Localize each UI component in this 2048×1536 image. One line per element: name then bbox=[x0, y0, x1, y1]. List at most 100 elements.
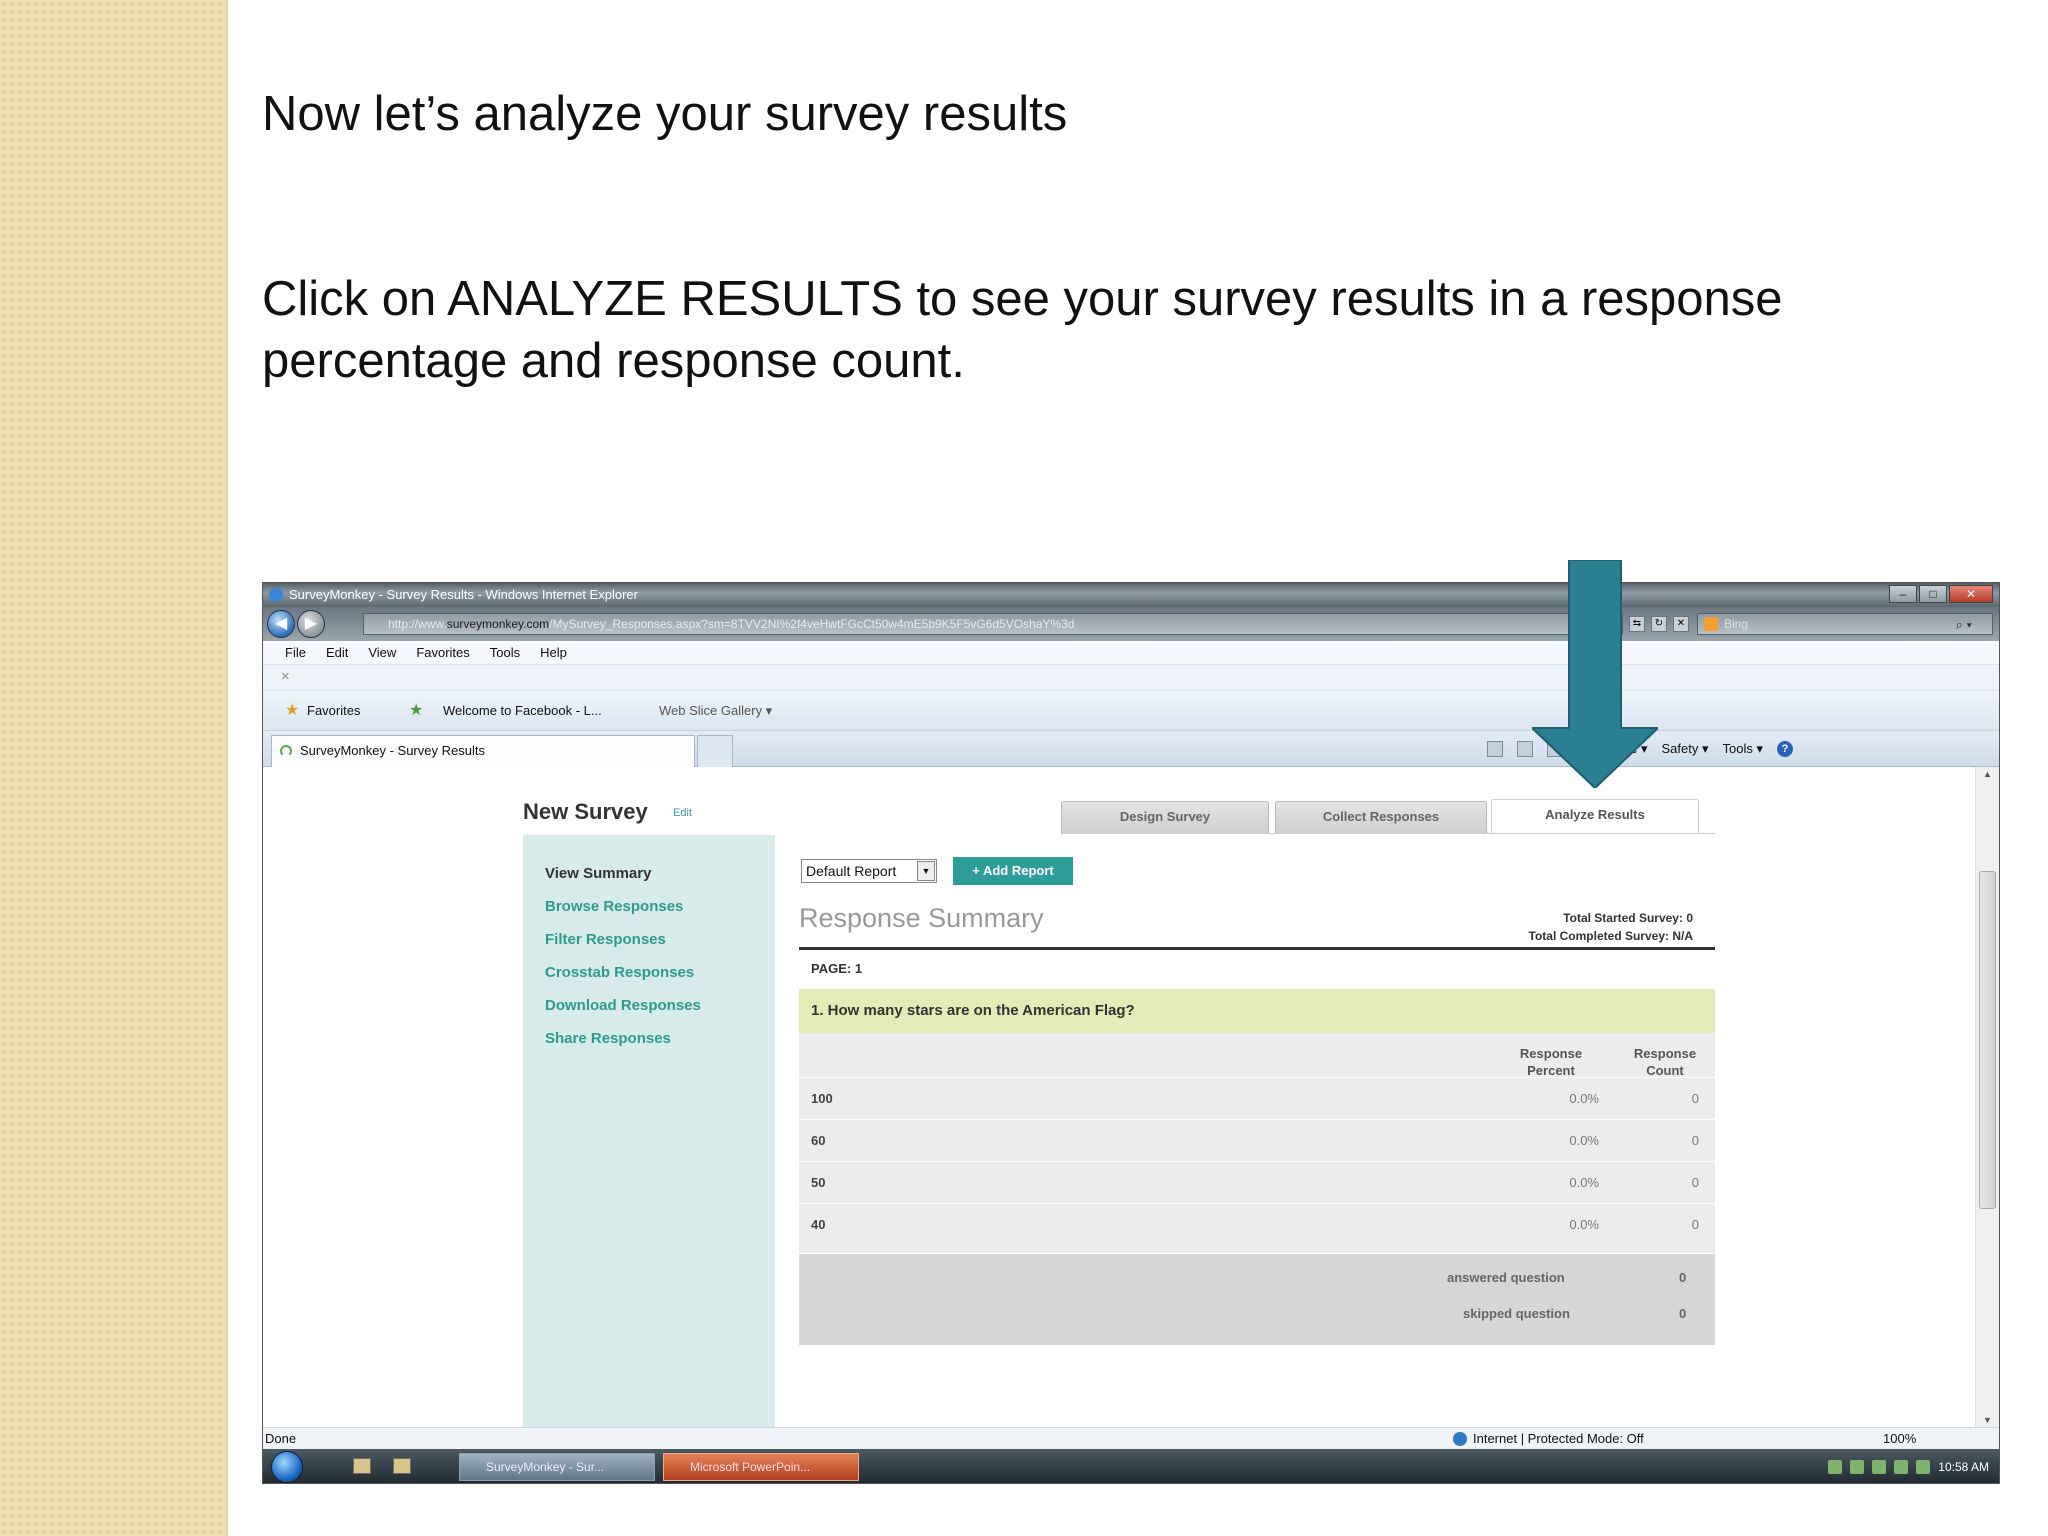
response-percent: 0.0% bbox=[1569, 1217, 1599, 1232]
edit-survey-link[interactable]: Edit bbox=[673, 807, 692, 819]
response-summary-heading: Response Summary bbox=[799, 903, 1044, 933]
search-icon[interactable]: ⌕ ▾ bbox=[1956, 615, 1972, 635]
tray-icon[interactable] bbox=[1894, 1460, 1909, 1474]
column-header-percent: Response Percent bbox=[1519, 1046, 1583, 1078]
response-count: 0 bbox=[1691, 1091, 1699, 1106]
forward-button[interactable]: ▶ bbox=[297, 610, 325, 638]
stop-icon[interactable]: ✕ bbox=[1673, 616, 1689, 632]
search-input[interactable]: Bing ⌕ ▾ bbox=[1697, 613, 1993, 635]
nav-crosstab-responses[interactable]: Crosstab Responses bbox=[523, 956, 775, 989]
tray-icon[interactable] bbox=[1850, 1460, 1865, 1474]
nav-share-responses[interactable]: Share Responses bbox=[523, 1022, 775, 1055]
home-icon[interactable] bbox=[1487, 741, 1503, 757]
menu-tools[interactable]: Tools bbox=[490, 641, 520, 664]
clock: 10:58 AM bbox=[1938, 1460, 1989, 1474]
url-input[interactable]: http://www.surveymonkey.com/MySurvey_Res… bbox=[363, 613, 1623, 635]
windows-taskbar: SurveyMonkey - Sur... Microsoft PowerPoi… bbox=[263, 1449, 1999, 1483]
tab-underline bbox=[1061, 833, 1715, 834]
taskbar-ie-window[interactable]: SurveyMonkey - Sur... bbox=[459, 1453, 655, 1481]
fav-link-web-slice[interactable]: Web Slice Gallery ▾ bbox=[659, 691, 772, 731]
menu-help[interactable]: Help bbox=[540, 641, 567, 664]
response-count: 0 bbox=[1691, 1133, 1699, 1148]
tab-surveymonkey[interactable]: SurveyMonkey - Survey Results bbox=[271, 735, 695, 767]
scroll-down-icon[interactable]: ▼ bbox=[1983, 1415, 1992, 1425]
status-bar: Done Internet | Protected Mode: Off 100% bbox=[263, 1427, 1999, 1449]
nav-filter-responses[interactable]: Filter Responses bbox=[523, 923, 775, 956]
table-footer: answered question 0 skipped question 0 bbox=[799, 1253, 1715, 1345]
ie-logo-icon bbox=[269, 588, 283, 602]
nav-download-responses[interactable]: Download Responses bbox=[523, 989, 775, 1022]
question-header: 1. How many stars are on the American Fl… bbox=[799, 989, 1715, 1033]
tray-icon[interactable] bbox=[1916, 1460, 1931, 1474]
survey-title: New Survey bbox=[523, 799, 648, 824]
zoom-level[interactable]: 100% bbox=[1883, 1428, 1916, 1450]
menu-favorites[interactable]: Favorites bbox=[416, 641, 469, 664]
globe-icon bbox=[1453, 1432, 1467, 1446]
menu-view[interactable]: View bbox=[368, 641, 396, 664]
page-label: PAGE: 1 bbox=[811, 961, 863, 976]
window-titlebar: SurveyMonkey - Survey Results - Windows … bbox=[263, 583, 1999, 607]
total-started-stat: Total Started Survey: 0 bbox=[1563, 911, 1693, 925]
response-count: 0 bbox=[1691, 1175, 1699, 1190]
nav-browse-responses[interactable]: Browse Responses bbox=[523, 890, 775, 923]
minimize-button[interactable]: – bbox=[1889, 585, 1917, 603]
address-bar: ◀ ▶ http://www.surveymonkey.com/MySurvey… bbox=[263, 607, 1999, 641]
security-zone: Internet | Protected Mode: Off bbox=[1473, 1431, 1644, 1446]
add-report-button[interactable]: + Add Report bbox=[953, 857, 1073, 885]
response-percent: 0.0% bbox=[1569, 1175, 1599, 1190]
close-toolbar-icon[interactable]: × bbox=[281, 668, 290, 685]
system-tray: 10:58 AM bbox=[1828, 1449, 1989, 1483]
down-arrow-indicator bbox=[1532, 560, 1658, 788]
fav-link-facebook[interactable]: Welcome to Facebook - L... bbox=[443, 691, 602, 731]
tab-analyze-results[interactable]: Analyze Results bbox=[1491, 799, 1699, 833]
response-count: 0 bbox=[1691, 1217, 1699, 1232]
vertical-scrollbar[interactable]: ▲ ▼ bbox=[1975, 767, 1999, 1427]
add-favorite-icon[interactable]: ★ bbox=[409, 691, 423, 731]
scroll-up-icon[interactable]: ▲ bbox=[1983, 769, 1992, 779]
web-page-content: New Survey Edit Design Survey Collect Re… bbox=[263, 767, 1977, 1427]
summary-divider bbox=[799, 947, 1715, 950]
tab-collect-responses[interactable]: Collect Responses bbox=[1275, 801, 1487, 833]
favorites-bar: ★ Favorites ★ Welcome to Facebook - L...… bbox=[263, 691, 1999, 731]
explorer-icon[interactable] bbox=[353, 1458, 371, 1474]
media-player-icon[interactable] bbox=[393, 1458, 411, 1474]
new-tab-button[interactable] bbox=[697, 735, 733, 767]
close-button[interactable]: ✕ bbox=[1949, 585, 1993, 603]
decorative-side-strip bbox=[0, 0, 228, 1536]
safety-menu[interactable]: Safety ▾ bbox=[1662, 731, 1709, 767]
back-button[interactable]: ◀ bbox=[267, 610, 295, 638]
feeds-icon[interactable] bbox=[1517, 741, 1533, 757]
taskbar-powerpoint-window[interactable]: Microsoft PowerPoin... bbox=[663, 1453, 859, 1481]
report-select[interactable]: Default Report ▼ bbox=[801, 859, 937, 883]
favorites-button[interactable]: Favorites bbox=[307, 691, 360, 731]
results-sidebar: View Summary Browse Responses Filter Res… bbox=[523, 835, 775, 1427]
tray-icon[interactable] bbox=[1828, 1460, 1843, 1474]
answer-label: 40 bbox=[811, 1217, 826, 1232]
column-header-count: Response Count bbox=[1633, 1046, 1697, 1078]
surveymonkey-favicon-icon bbox=[280, 745, 292, 757]
maximize-button[interactable]: □ bbox=[1919, 585, 1947, 603]
start-button[interactable] bbox=[271, 1451, 303, 1483]
help-icon[interactable]: ? bbox=[1777, 741, 1793, 757]
table-row: 40 0.0% 0 bbox=[799, 1203, 1715, 1245]
browser-screenshot: SurveyMonkey - Survey Results - Windows … bbox=[262, 582, 2000, 1484]
tab-design-survey[interactable]: Design Survey bbox=[1061, 801, 1269, 833]
toolbar-close-strip: × bbox=[263, 665, 1999, 691]
window-title: SurveyMonkey - Survey Results - Windows … bbox=[289, 587, 638, 602]
nav-view-summary[interactable]: View Summary bbox=[523, 857, 775, 890]
tools-menu[interactable]: Tools ▾ bbox=[1723, 731, 1764, 767]
tab-bar: SurveyMonkey - Survey Results Page ▾ Saf… bbox=[263, 731, 1999, 767]
slide-instruction-text: Click on ANALYZE RESULTS to see your sur… bbox=[262, 272, 1783, 388]
favorites-star-icon[interactable]: ★ bbox=[285, 691, 299, 731]
bing-icon bbox=[1704, 617, 1718, 631]
menu-file[interactable]: File bbox=[285, 641, 306, 664]
total-completed-stat: Total Completed Survey: N/A bbox=[1528, 929, 1693, 943]
tab-title: SurveyMonkey - Survey Results bbox=[300, 743, 485, 758]
table-row: 60 0.0% 0 bbox=[799, 1119, 1715, 1161]
answer-label: 50 bbox=[811, 1175, 826, 1190]
tray-icon[interactable] bbox=[1872, 1460, 1887, 1474]
menu-edit[interactable]: Edit bbox=[326, 641, 348, 664]
scrollbar-thumb[interactable] bbox=[1979, 871, 1996, 1209]
slide-title: Now let’s analyze your survey results bbox=[262, 87, 1068, 141]
answer-label: 100 bbox=[811, 1091, 833, 1106]
